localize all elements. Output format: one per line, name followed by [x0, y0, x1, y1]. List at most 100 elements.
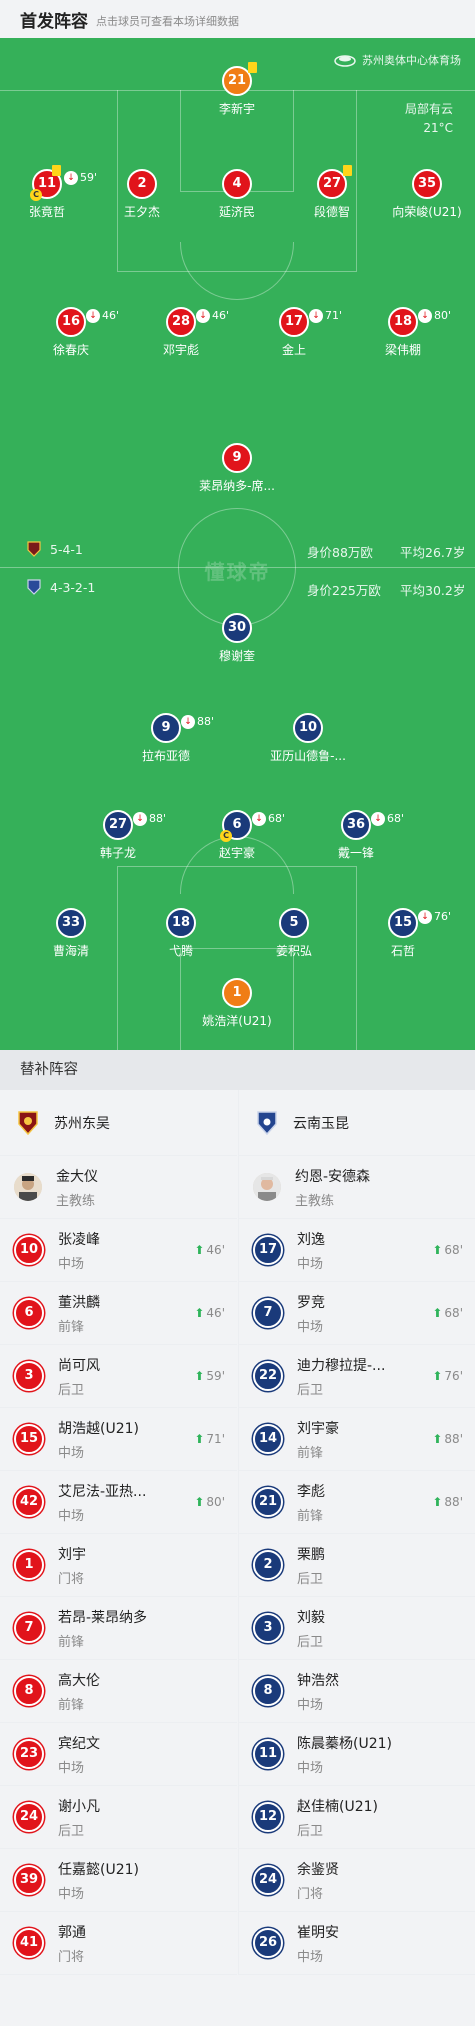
sub-name: 刘毅 — [297, 1609, 325, 1626]
home-player-5[interactable]: 35 向荣峻(U21) — [367, 169, 475, 220]
sub-off-indicator: ↓ 68' — [371, 806, 404, 832]
home-sub-row[interactable]: 42 艾尼法-亚热... 中场 ⬆ 80' — [0, 1471, 237, 1534]
player-number: 30 — [222, 613, 252, 643]
away-sub-row[interactable]: 8 钟浩然 中场 — [239, 1660, 475, 1723]
sub-number: 14 — [253, 1424, 283, 1454]
sub-on-indicator: ⬆ 59' — [194, 1369, 225, 1383]
player-number-text: 2 — [137, 176, 147, 191]
home-sub-row[interactable]: 10 张凌峰 中场 ⬆ 46' — [0, 1219, 237, 1282]
sub-off-indicator: ↓ 68' — [252, 806, 285, 832]
away-coach-name: 约恩-安德森 — [295, 1168, 371, 1185]
away-player-5[interactable]: 36 ↓ 68' 戴一锋 — [296, 810, 416, 861]
venue: 苏州奥体中心体育场 — [334, 52, 461, 68]
home-sub-row[interactable]: 3 尚可风 后卫 ⬆ 59' — [0, 1345, 237, 1408]
home-player-0[interactable]: 21 李新宇 — [177, 62, 297, 117]
sub-off-minute: 68' — [268, 812, 286, 825]
pitch: 苏州奥体中心体育场 局部有云 21°C 懂球帝 5-4-1 身价88万欧 平均2… — [0, 38, 475, 1050]
sub-name: 任嘉懿(U21) — [58, 1861, 139, 1878]
player-number: 15 ↓ 76' — [388, 908, 451, 938]
away-sub-row[interactable]: 2 栗鹏 后卫 — [239, 1534, 475, 1597]
home-sub-row[interactable]: 23 宾纪文 中场 — [0, 1723, 237, 1786]
away-sub-row[interactable]: 26 崔明安 中场 — [239, 1912, 475, 1975]
player-name: 穆谢奎 — [218, 649, 255, 663]
venue-name: 苏州奥体中心体育场 — [362, 54, 461, 67]
away-player-4[interactable]: 6 C ↓ 68' 赵宇豪 — [177, 810, 297, 861]
sub-number: 22 — [253, 1361, 283, 1391]
player-name: 石哲 — [390, 944, 415, 958]
away-sub-row[interactable]: 7 罗竞 中场 ⬆ 68' — [239, 1282, 475, 1345]
sub-number: 23 — [14, 1739, 44, 1769]
sub-number: 10 — [14, 1235, 44, 1265]
home-sub-row[interactable]: 15 胡浩越(U21) 中场 ⬆ 71' — [0, 1408, 237, 1471]
sub-position: 中场 — [297, 1760, 324, 1776]
away-sub-row[interactable]: 3 刘毅 后卫 — [239, 1597, 475, 1660]
page-hint: 点击球员可查看本场详细数据 — [96, 14, 239, 28]
home-sub-row[interactable]: 6 董洪麟 前锋 ⬆ 46' — [0, 1282, 237, 1345]
away-player-10[interactable]: 1 姚浩洋(U21) — [177, 978, 297, 1029]
away-player-3[interactable]: 27 ↓ 88' 韩子龙 — [58, 810, 178, 861]
sub-on-indicator: ⬆ 76' — [432, 1369, 463, 1383]
sub-off-indicator: ↓ 71' — [309, 303, 342, 329]
away-team-info: 4-3-2-1 身价225万欧 平均30.2岁 — [0, 578, 475, 598]
home-coach-name: 金大仪 — [56, 1168, 98, 1185]
sub-on-minute: 68' — [444, 1306, 463, 1320]
sub-on-minute: 88' — [444, 1495, 463, 1509]
sub-on-minute: 68' — [444, 1243, 463, 1257]
home-player-8[interactable]: 17 ↓ 71' 金上 — [234, 307, 354, 358]
sub-position: 中场 — [58, 1886, 85, 1902]
home-sub-row[interactable]: 7 若昂-莱昂纳多 前锋 — [0, 1597, 237, 1660]
home-sub-row[interactable]: 1 刘宇 门将 — [0, 1534, 237, 1597]
away-avg-age: 平均30.2岁 — [400, 583, 466, 598]
away-coach-row[interactable]: 约恩-安德森 主教练 — [239, 1156, 475, 1219]
away-sub-row[interactable]: 22 迪力穆拉提-... 后卫 ⬆ 76' — [239, 1345, 475, 1408]
away-sub-row[interactable]: 12 赵佳楠(U21) 后卫 — [239, 1786, 475, 1849]
sub-off-icon: ↓ — [418, 910, 432, 924]
player-number-text: 9 — [161, 720, 171, 735]
home-sub-row[interactable]: 39 任嘉懿(U21) 中场 — [0, 1849, 237, 1912]
away-player-9[interactable]: 15 ↓ 76' 石哲 — [343, 908, 463, 959]
away-player-0[interactable]: 30 穆谢奎 — [177, 613, 297, 664]
home-player-6[interactable]: 16 ↓ 46' 徐春庆 — [11, 307, 131, 358]
home-sub-row[interactable]: 41 郭通 门将 — [0, 1912, 237, 1975]
player-number: 17 ↓ 71' — [279, 307, 342, 337]
away-team-name: 云南玉昆 — [293, 1115, 349, 1132]
away-player-6[interactable]: 33 曹海清 — [11, 908, 131, 959]
away-coach-role: 主教练 — [295, 1193, 335, 1209]
sub-on-indicator: ⬆ 68' — [432, 1306, 463, 1320]
home-coach-role: 主教练 — [56, 1193, 96, 1209]
player-number: 27 — [317, 165, 352, 199]
home-player-9[interactable]: 18 ↓ 80' 梁伟棚 — [343, 307, 463, 358]
player-number: 16 ↓ 46' — [56, 307, 119, 337]
sub-on-indicator: ⬆ 71' — [194, 1432, 225, 1446]
home-sub-row[interactable]: 24 谢小凡 后卫 — [0, 1786, 237, 1849]
home-coach-row[interactable]: 金大仪 主教练 — [0, 1156, 237, 1219]
home-player-7[interactable]: 28 ↓ 46' 邓宇彪 — [121, 307, 241, 358]
player-name: 莱昂纳多-席... — [199, 479, 275, 493]
sub-name: 若昂-莱昂纳多 — [58, 1609, 148, 1626]
away-team-row[interactable]: 云南玉昆 — [239, 1090, 475, 1156]
away-sub-row[interactable]: 17 刘逸 中场 ⬆ 68' — [239, 1219, 475, 1282]
player-number-text: 21 — [227, 73, 247, 88]
home-player-10[interactable]: 9 莱昂纳多-席... — [177, 443, 297, 494]
away-value: 身价225万欧 — [307, 583, 381, 598]
player-number-text: 15 — [393, 915, 413, 930]
away-player-8[interactable]: 5 姜积弘 — [234, 908, 354, 959]
sub-on-icon: ⬆ — [194, 1306, 205, 1320]
home-avg-age: 平均26.7岁 — [400, 545, 466, 560]
away-sub-row[interactable]: 21 李彪 前锋 ⬆ 88' — [239, 1471, 475, 1534]
away-player-7[interactable]: 18 弋腾 — [121, 908, 241, 959]
home-team-row[interactable]: 苏州东吴 — [0, 1090, 237, 1156]
away-player-1[interactable]: 9 ↓ 88' 拉布亚德 — [106, 713, 226, 764]
away-sub-row[interactable]: 14 刘宇豪 前锋 ⬆ 88' — [239, 1408, 475, 1471]
sub-on-icon: ⬆ — [194, 1495, 205, 1509]
away-sub-row[interactable]: 11 陈晨蓁杨(U21) 中场 — [239, 1723, 475, 1786]
home-sub-row[interactable]: 8 高大伦 前锋 — [0, 1660, 237, 1723]
away-player-2[interactable]: 10 亚历山德鲁-... — [248, 713, 368, 764]
player-number: 10 — [293, 713, 323, 743]
sub-off-indicator: ↓ 76' — [418, 904, 451, 930]
player-name: 向荣峻(U21) — [392, 205, 462, 219]
weather-desc: 局部有云 — [404, 102, 453, 116]
player-name: 曹海清 — [52, 944, 89, 958]
away-sub-row[interactable]: 24 余鉴贤 门将 — [239, 1849, 475, 1912]
sub-off-icon: ↓ — [133, 812, 147, 826]
